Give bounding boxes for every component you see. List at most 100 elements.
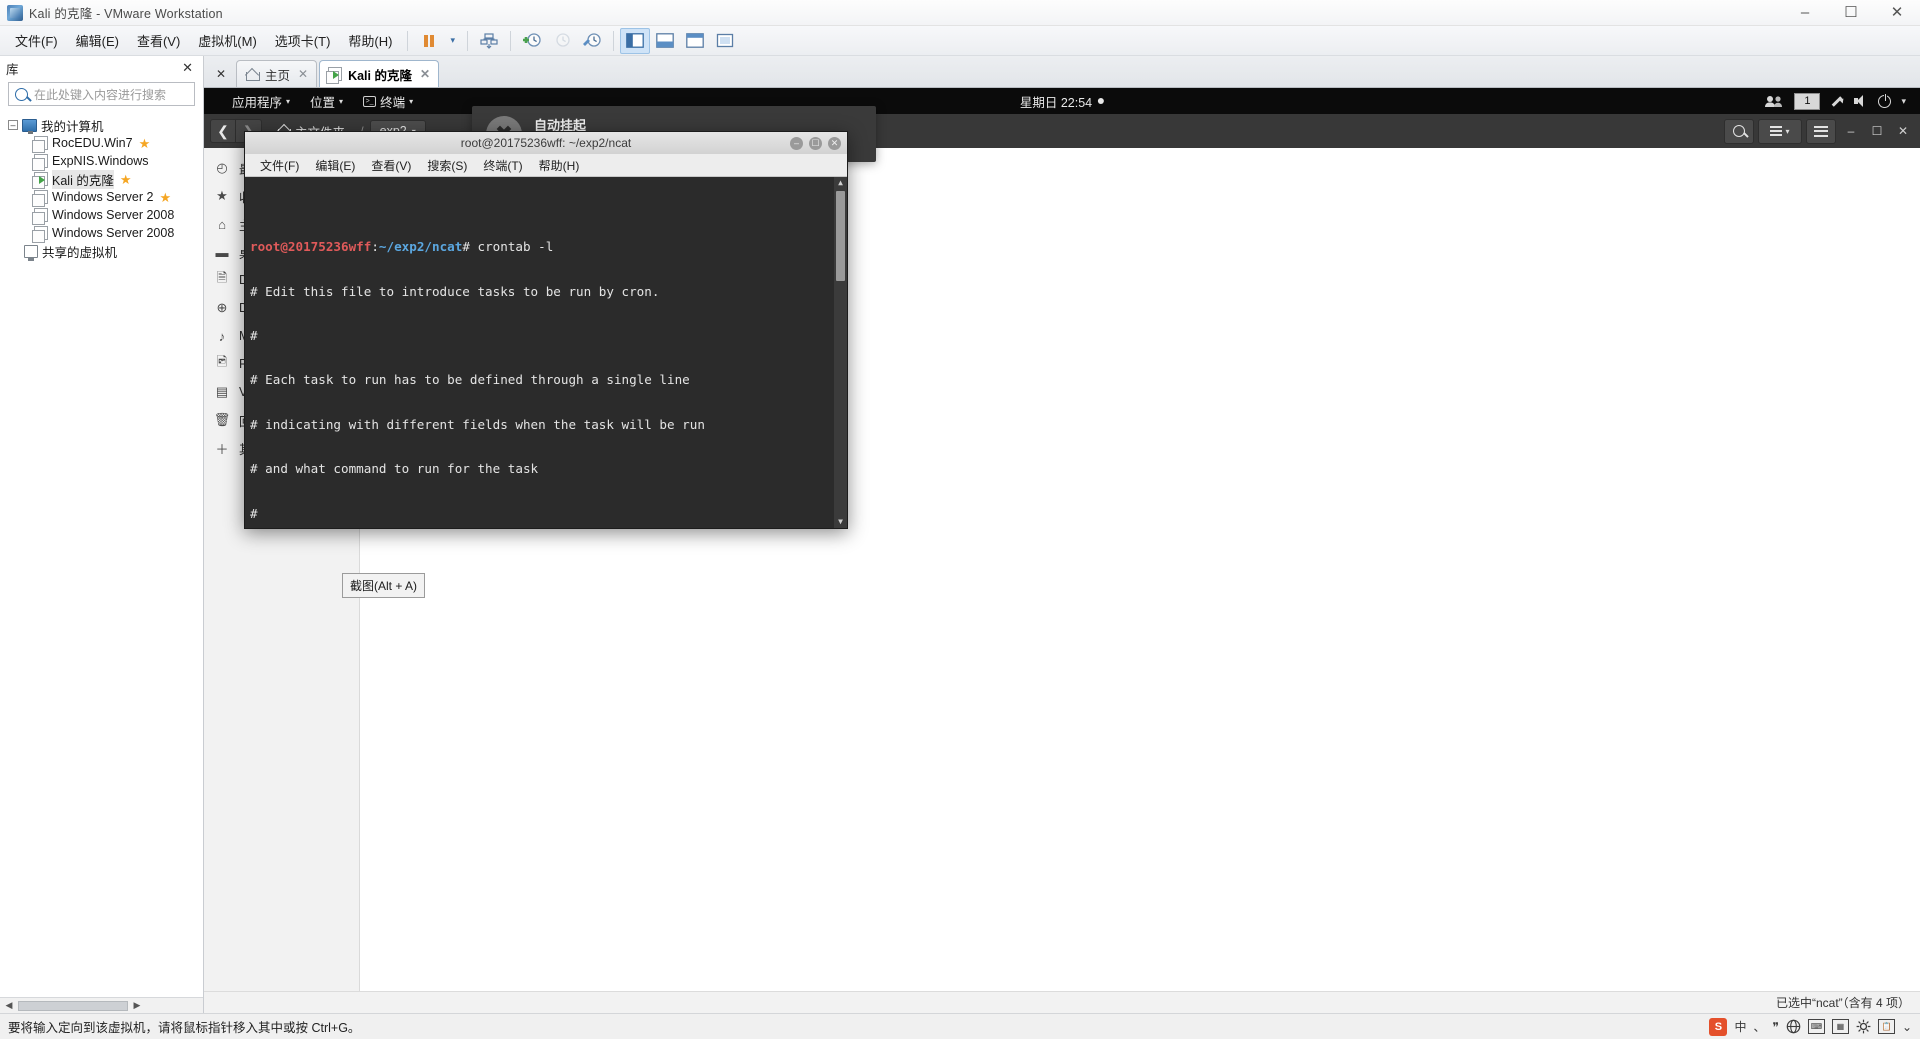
vm-column: ✕ 主页 ✕ Kali 的克隆 ✕ 应用程序 ▾ 位置 ▾ >_ 终端 ▾ 星期…	[204, 56, 1920, 1013]
favorite-star-icon[interactable]: ★	[159, 191, 171, 204]
library-horizontal-scrollbar[interactable]: ◀ ▶	[0, 997, 203, 1013]
workspace-indicator[interactable]: 1	[1794, 92, 1821, 110]
menu-file[interactable]: 文件(F)	[6, 27, 67, 54]
tree-item-expnis-windows[interactable]: ExpNIS.Windows	[0, 152, 203, 171]
vm-icon	[32, 136, 48, 153]
terminal-menu-edit[interactable]: 编辑(E)	[308, 155, 362, 176]
terminal-menu-search[interactable]: 搜索(S)	[420, 155, 474, 176]
scrollbar-thumb[interactable]	[18, 1000, 128, 1011]
search-input-placeholder[interactable]: 在此处键入内容进行搜索	[34, 86, 166, 103]
prompt-command: # crontab -l	[462, 239, 554, 255]
terminal-titlebar: root@20175236wff: ~/exp2/ncat – ☐ ✕	[245, 132, 847, 154]
panel-terminal-menu[interactable]: >_ 终端 ▾	[353, 89, 423, 114]
minimize-button[interactable]: –	[1782, 0, 1828, 25]
fm-close-button[interactable]: ✕	[1892, 120, 1914, 142]
panel-applications-menu[interactable]: 应用程序 ▾	[222, 89, 300, 114]
scroll-down-arrow-icon[interactable]: ▼	[838, 516, 843, 528]
terminal-close-button[interactable]: ✕	[828, 136, 841, 150]
terminal-menu-terminal[interactable]: 终端(T)	[476, 155, 529, 176]
tab-kali-clone[interactable]: Kali 的克隆 ✕	[319, 60, 440, 87]
ime-toolbox-icon[interactable]: ▦	[1831, 1019, 1849, 1034]
tree-item-kali-clone[interactable]: Kali 的克隆 ★	[0, 169, 203, 189]
tree-item-windows-server-2[interactable]: Windows Server 2 ★	[0, 188, 203, 207]
library-search-box[interactable]: 在此处键入内容进行搜索	[8, 82, 195, 106]
terminal-menu-help[interactable]: 帮助(H)	[532, 155, 587, 176]
menu-view[interactable]: 查看(V)	[128, 27, 189, 54]
scroll-up-arrow-icon[interactable]: ▲	[838, 177, 843, 189]
menu-help[interactable]: 帮助(H)	[339, 27, 401, 54]
ime-settings-icon[interactable]	[1856, 1019, 1871, 1034]
terminal-window[interactable]: root@20175236wff: ~/exp2/ncat – ☐ ✕ 文件(F…	[244, 131, 848, 529]
favorite-star-icon[interactable]: ★	[139, 137, 151, 150]
library-close-icon[interactable]: ✕	[178, 60, 197, 76]
favorite-star-icon[interactable]: ★	[120, 173, 132, 186]
vm-icon	[32, 226, 48, 243]
power-icon[interactable]	[1878, 93, 1892, 108]
fm-minimize-button[interactable]: –	[1840, 120, 1862, 142]
back-button[interactable]: ❮	[210, 119, 236, 143]
terminal-menu-view[interactable]: 查看(V)	[364, 155, 418, 176]
view-mode-button[interactable]: ▾	[1758, 118, 1802, 144]
ime-globe-icon[interactable]	[1786, 1019, 1801, 1034]
close-button[interactable]: ✕	[1874, 0, 1920, 25]
show-thumbnails-icon[interactable]	[680, 28, 710, 54]
sogou-ime-icon[interactable]: S	[1709, 1017, 1728, 1036]
vm-console-area[interactable]: 应用程序 ▾ 位置 ▾ >_ 终端 ▾ 星期日 22:54 1 ▾ ❮ ▾ – …	[204, 88, 1920, 1013]
tree-item-windows-server-2008-a[interactable]: Windows Server 2008	[0, 206, 203, 225]
tab-close-icon[interactable]: ✕	[420, 67, 430, 81]
tree-item-label: RocEDU.Win7	[52, 136, 133, 150]
menu-button[interactable]	[1806, 118, 1836, 144]
terminal-menu-file[interactable]: 文件(F)	[253, 155, 306, 176]
vm-running-icon	[32, 172, 48, 189]
chevron-down-icon[interactable]: ⌄	[1902, 1020, 1912, 1034]
panel-clock[interactable]: 星期日 22:54	[1020, 92, 1105, 111]
tree-item-windows-server-2008-b[interactable]: Windows Server 2008	[0, 224, 203, 243]
users-icon[interactable]	[1764, 95, 1784, 108]
vm-icon	[326, 67, 343, 84]
tab-home[interactable]: 主页 ✕	[236, 60, 318, 87]
terminal-output-area[interactable]: root@20175236wff:~/exp2/ncat# crontab -l…	[245, 177, 847, 528]
maximize-button[interactable]: ☐	[1828, 0, 1874, 25]
terminal-maximize-button[interactable]: ☐	[809, 136, 822, 150]
send-to-vm-icon[interactable]	[474, 28, 504, 54]
panel-applications-label: 应用程序	[232, 95, 283, 110]
tree-item-rocedu-win7[interactable]: RocEDU.Win7 ★	[0, 134, 203, 153]
scrollbar-thumb[interactable]	[836, 191, 845, 281]
chevron-down-icon[interactable]: ▾	[1901, 96, 1906, 107]
ime-keyboard-icon[interactable]: ⌨	[1807, 1019, 1825, 1034]
scroll-right-arrow-icon[interactable]: ▶	[130, 1000, 144, 1011]
ime-quote-icon[interactable]: ❞	[1772, 1020, 1778, 1034]
scroll-left-arrow-icon[interactable]: ◀	[2, 1000, 16, 1011]
chevron-down-icon[interactable]: ▾	[444, 35, 461, 46]
ime-clipboard-icon[interactable]: 📋	[1877, 1019, 1895, 1034]
fm-maximize-button[interactable]: ☐	[1866, 120, 1888, 142]
vmware-statusbar: 要将输入定向到该虚拟机，请将鼠标指针移入其中或按 Ctrl+G。 S 中 、 ❞…	[0, 1013, 1920, 1039]
show-library-icon[interactable]	[619, 27, 650, 54]
workspace: 库 ✕ 在此处键入内容进行搜索 – 我的计算机 RocEDU.Win7 ★ Ex…	[0, 56, 1920, 1013]
expander-icon[interactable]: –	[8, 120, 18, 130]
close-library-x-icon[interactable]: ✕	[208, 60, 234, 87]
ime-mode-chinese[interactable]: 中	[1734, 1018, 1746, 1035]
plus-icon: ＋	[215, 441, 229, 457]
tab-close-icon[interactable]: ✕	[298, 67, 308, 81]
tree-item-shared-vms[interactable]: 共享的虚拟机	[0, 242, 203, 261]
search-icon	[1733, 125, 1745, 137]
tree-item-my-computer[interactable]: – 我的计算机	[0, 116, 203, 134]
chevron-down-icon: ▾	[1785, 126, 1790, 136]
snapshot-manager-icon[interactable]	[577, 28, 607, 54]
take-snapshot-icon[interactable]	[517, 28, 547, 54]
search-button[interactable]	[1724, 118, 1754, 144]
terminal-scrollbar[interactable]: ▲ ▼	[834, 177, 847, 528]
menu-tabs[interactable]: 选项卡(T)	[266, 27, 340, 54]
terminal-line: # indicating with different fields when …	[250, 416, 705, 432]
menu-edit[interactable]: 编辑(E)	[67, 27, 128, 54]
show-console-view-icon[interactable]	[650, 28, 680, 54]
fullscreen-icon[interactable]	[710, 28, 740, 54]
menu-vm[interactable]: 虚拟机(M)	[189, 27, 266, 54]
ime-punctuation-icon[interactable]: 、	[1753, 1018, 1765, 1035]
speaker-icon[interactable]	[1854, 95, 1868, 107]
terminal-minimize-button[interactable]: –	[790, 136, 803, 150]
panel-places-menu[interactable]: 位置 ▾	[300, 89, 353, 114]
pause-button[interactable]	[414, 28, 444, 54]
pencil-icon[interactable]	[1830, 94, 1844, 108]
